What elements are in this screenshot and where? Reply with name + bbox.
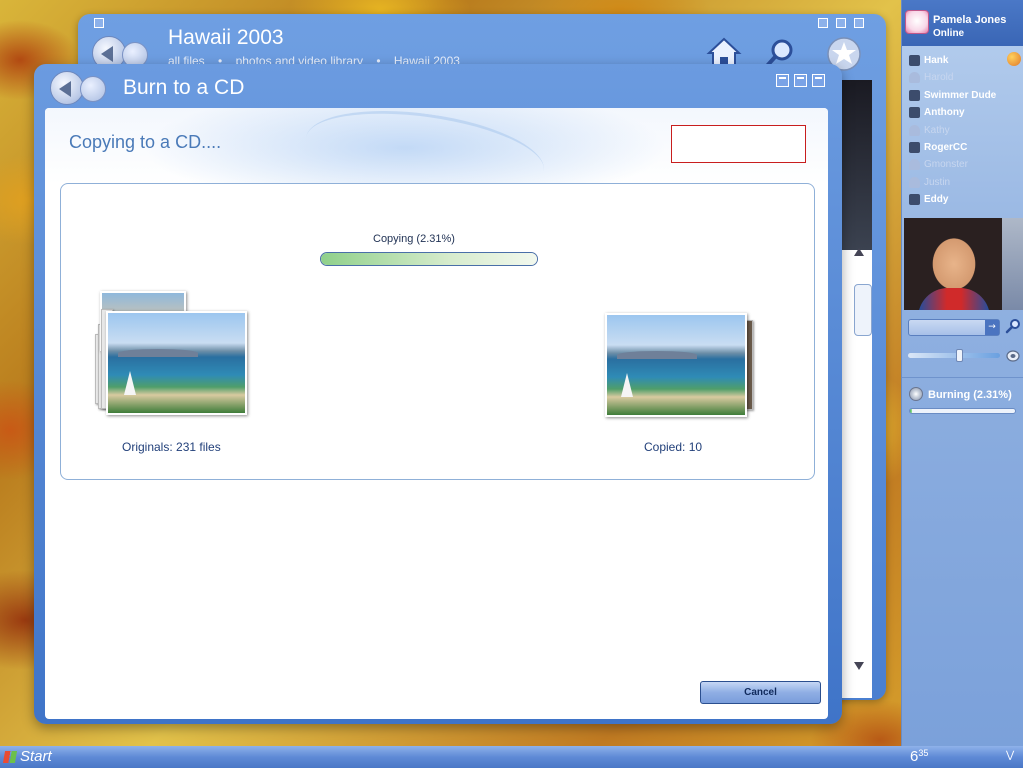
photo-island <box>617 351 697 359</box>
contact-name: Anthony <box>924 107 965 119</box>
cd-icon <box>909 387 923 401</box>
back-button[interactable] <box>50 71 84 105</box>
close-button[interactable] <box>854 18 864 28</box>
contact-photo[interactable] <box>904 218 1002 310</box>
dialog-heading: Copying to a CD.... <box>69 132 222 152</box>
minimize-button[interactable] <box>776 74 789 87</box>
contact-item[interactable]: Hank <box>902 52 1023 69</box>
contact-item[interactable]: Harold <box>902 69 1023 86</box>
contact-name: Harold <box>924 72 954 84</box>
photo-sailboat <box>124 371 136 395</box>
scrollbar-thumb[interactable] <box>854 284 872 336</box>
user-status[interactable]: Online <box>933 28 964 39</box>
scroll-down-arrow-icon[interactable] <box>854 662 864 670</box>
originals-caption: Originals: 231 files <box>122 440 221 454</box>
search-icon[interactable] <box>1005 318 1021 334</box>
contact-item[interactable]: Gmonster <box>902 156 1023 173</box>
contact-icon <box>909 176 920 188</box>
contact-name: Hank <box>924 55 949 66</box>
highlight-box <box>671 125 806 163</box>
copy-panel: Copying (2.31%) Originals: 231 files Cop… <box>60 183 815 480</box>
progress-fill <box>321 253 537 265</box>
contact-name: Justin <box>924 176 951 188</box>
sidebar-divider <box>902 377 1023 378</box>
window-menu-button[interactable] <box>94 18 104 28</box>
contact-name: Gmonster <box>924 159 968 171</box>
sidebar: Pamela Jones Online Hank Harold Swimmer … <box>901 0 1023 768</box>
contact-name: Kathy <box>924 124 950 136</box>
contact-list: Hank Harold Swimmer Dude Anthony Kathy R… <box>902 52 1023 209</box>
start-label: Start <box>20 748 52 765</box>
contact-icon <box>909 194 920 206</box>
speaker-icon[interactable] <box>1006 350 1020 362</box>
copy-progress-bar <box>320 252 538 266</box>
taskbar: Start 635 ⋁ <box>0 746 1023 768</box>
tray-chevron-icon[interactable]: ⋁ <box>1006 750 1018 764</box>
scroll-up-arrow-icon[interactable] <box>854 248 864 256</box>
start-button[interactable]: Start <box>2 748 52 766</box>
contact-name: Eddy <box>924 194 949 206</box>
contact-item[interactable]: Swimmer Dude <box>902 87 1023 104</box>
contact-item[interactable]: RogerCC <box>902 139 1023 156</box>
contact-item[interactable]: Anthony <box>902 104 1023 121</box>
photo-sailboat <box>621 373 633 397</box>
originals-photo[interactable] <box>106 311 247 415</box>
preview-strip <box>840 80 872 250</box>
search-go-arrow-icon[interactable]: → <box>985 320 999 335</box>
progress-label: Copying (2.31%) <box>373 233 455 245</box>
copied-photo[interactable] <box>605 313 747 417</box>
photo-island <box>118 349 198 357</box>
contact-icon <box>909 72 920 84</box>
photo-strip <box>1002 218 1023 310</box>
photo-shirt <box>918 288 990 310</box>
volume-slider-knob[interactable] <box>955 349 963 362</box>
contact-icon <box>909 124 920 136</box>
user-profile[interactable]: Pamela Jones Online <box>902 0 1023 46</box>
user-avatar[interactable] <box>905 10 929 34</box>
burn-progress-bar <box>909 408 1016 414</box>
contact-name: Swimmer Dude <box>924 89 997 101</box>
contact-item[interactable]: Kathy <box>902 122 1023 139</box>
contact-icon <box>909 159 920 171</box>
contact-name: RogerCC <box>924 141 968 153</box>
contact-icon <box>909 55 920 66</box>
windows-logo-icon <box>2 751 18 763</box>
copied-caption: Copied: 10 <box>644 440 703 454</box>
clock[interactable]: 635 <box>910 748 928 765</box>
volume-slider-track[interactable] <box>908 353 1000 358</box>
contact-icon <box>909 141 920 153</box>
maximize-button[interactable] <box>794 74 807 87</box>
burn-progress-fill <box>910 409 913 413</box>
forward-button[interactable] <box>80 76 106 102</box>
contact-icon <box>909 89 920 101</box>
burn-cd-dialog: Burn to a CD Copying to a CD.... Copying… <box>34 64 842 724</box>
burn-status-label[interactable]: Burning (2.31%) <box>928 389 1012 401</box>
contact-item[interactable]: Eddy <box>902 191 1023 208</box>
minimize-button[interactable] <box>818 18 828 28</box>
clock-minutes: 35 <box>918 748 929 758</box>
user-name: Pamela Jones <box>933 14 1007 26</box>
dialog-title: Burn to a CD <box>123 76 245 99</box>
contact-item[interactable]: Justin <box>902 174 1023 191</box>
cancel-button[interactable]: Cancel <box>700 681 821 704</box>
window-title: Hawaii 2003 <box>168 26 284 49</box>
maximize-button[interactable] <box>836 18 846 28</box>
close-button[interactable] <box>812 74 825 87</box>
dialog-body: Copying to a CD.... Copying (2.31%) Orig… <box>45 108 828 719</box>
contact-icon <box>909 107 920 119</box>
